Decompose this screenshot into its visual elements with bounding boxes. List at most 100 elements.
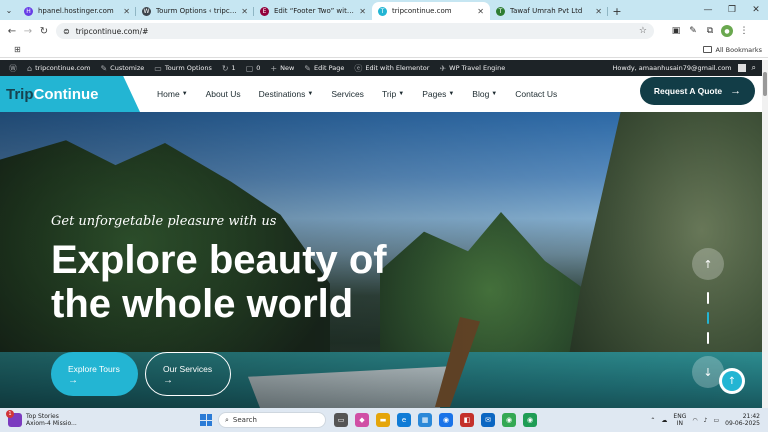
nav-item-contact-us[interactable]: Contact Us (506, 89, 566, 99)
wp-travel-engine-link[interactable]: ✈ WP Travel Engine (434, 64, 510, 73)
wp-elementor-link[interactable]: ⓔ Edit with Elementor (349, 63, 434, 74)
hero-title-line2: the whole world (51, 282, 354, 326)
tab-title: tripcontinue.com (392, 7, 452, 15)
nav-item-destinations[interactable]: Destinations ▼ (250, 89, 323, 99)
minimize-icon[interactable]: — (696, 0, 720, 20)
copilot-icon[interactable]: ◆ (355, 413, 369, 427)
extension-icon[interactable]: ▣ (670, 25, 682, 37)
arrow-right-icon: → (163, 374, 173, 386)
chrome-profile2-icon[interactable]: ◉ (523, 413, 537, 427)
bookmarks-bar: ⊞ All Bookmarks (0, 42, 768, 58)
wp-tourm-options-link[interactable]: ▭ Tourm Options (149, 64, 217, 73)
nav-item-about-us[interactable]: About Us (197, 89, 250, 99)
wp-travel-label: WP Travel Engine (449, 64, 506, 72)
slider-dot[interactable] (707, 332, 709, 344)
plane-icon: ✈ (439, 63, 447, 73)
office-icon[interactable]: ◧ (460, 413, 474, 427)
file-explorer-icon[interactable]: ▬ (376, 413, 390, 427)
edge-icon[interactable]: e (397, 413, 411, 427)
browser-tab[interactable]: Ttripcontinue.com ✕ (372, 2, 490, 20)
nav-item-services[interactable]: Services (322, 89, 373, 99)
site-info-icon[interactable]: ⊜ (63, 27, 70, 36)
chevron-down-icon: ▼ (448, 91, 455, 97)
volume-icon[interactable]: ♪ (704, 417, 708, 424)
close-window-icon[interactable]: ✕ (744, 0, 768, 20)
close-tab-icon[interactable]: ✕ (359, 7, 366, 16)
nav-item-blog[interactable]: Blog ▼ (463, 89, 506, 99)
browser-toolbar: ← → ↻ ⊜ tripcontinue.com/# ☆ ▣ ✎ ⧉ ● ⋮ (0, 20, 768, 42)
cloud-icon[interactable]: ☁ (661, 417, 667, 424)
wp-logo-button[interactable]: Ⓦ (4, 63, 22, 74)
close-tab-icon[interactable]: ✕ (123, 7, 130, 16)
language-indicator[interactable]: ENG IN (673, 413, 686, 427)
clock[interactable]: 21:42 09-06-2025 (725, 413, 760, 427)
main-nav: Home ▼ About Us Destinations ▼ Services Trip ▼ P… (148, 76, 566, 112)
chrome-profile-icon[interactable]: ◉ (502, 413, 516, 427)
wp-customize-link[interactable]: ✎ Customize (95, 64, 149, 73)
store-icon[interactable]: ▦ (418, 413, 432, 427)
maximize-icon[interactable]: ❐ (720, 0, 744, 20)
close-tab-icon[interactable]: ✕ (477, 7, 484, 16)
all-bookmarks-button[interactable]: All Bookmarks (702, 46, 762, 54)
nav-item-trip[interactable]: Trip ▼ (373, 89, 413, 99)
hero-tagline: Get unforgetable pleasure with us (51, 214, 277, 229)
close-tab-icon[interactable]: ✕ (241, 7, 248, 16)
chevron-up-icon[interactable]: ⌃ (650, 417, 655, 424)
scroll-to-top-button[interactable]: ↑ (719, 368, 745, 394)
tab-favicon-icon: W (142, 6, 151, 16)
taskbar-search[interactable]: ⌕ Search (218, 412, 326, 428)
profile-avatar[interactable]: ● (721, 25, 733, 37)
news-icon: 1 (6, 410, 22, 427)
browser-tab[interactable]: E Edit “Footer Two” with Elementor ✕ (254, 2, 372, 20)
wp-customize-label: Customize (110, 64, 145, 72)
bookmark-star-icon[interactable]: ☆ (639, 26, 647, 36)
back-button[interactable]: ← (4, 23, 20, 39)
browser-tab[interactable]: Hhpanel.hostinger.com ✕ (18, 2, 136, 20)
request-quote-button[interactable]: Request A Quote → (640, 77, 755, 105)
tab-search-icon[interactable]: ⌄ (0, 0, 18, 20)
windows-start-icon[interactable] (200, 414, 212, 426)
scrollbar-thumb[interactable] (763, 72, 767, 96)
outlook-icon[interactable]: ✉ (481, 413, 495, 427)
eyedropper-icon[interactable]: ✎ (687, 25, 699, 37)
apps-grid-icon[interactable]: ⊞ (14, 45, 21, 54)
wp-new-link[interactable]: + New (265, 64, 299, 73)
nav-item-pages[interactable]: Pages ▼ (413, 89, 463, 99)
url-text: tripcontinue.com/# (75, 26, 149, 36)
news-widget[interactable]: 1 Top Stories Axiom-4 Missio... (0, 410, 190, 427)
new-tab-button[interactable]: + (608, 2, 626, 20)
more-menu-icon[interactable]: ⋮ (738, 25, 750, 37)
wp-comments-link[interactable]: ▢ 0 (241, 64, 266, 73)
forward-button[interactable]: → (20, 23, 36, 39)
close-tab-icon[interactable]: ✕ (595, 7, 602, 16)
wifi-icon[interactable]: ◠ (692, 417, 697, 424)
nav-item-home[interactable]: Home ▼ (148, 89, 197, 99)
reload-button[interactable]: ↻ (36, 23, 52, 39)
explore-tours-button[interactable]: Explore Tours → (51, 352, 138, 396)
nav-item-label: About Us (205, 89, 241, 99)
chrome-app-icon[interactable]: ◉ (439, 413, 453, 427)
site-logo[interactable]: Trip Continue (0, 76, 140, 112)
wordpress-icon: Ⓦ (9, 63, 17, 73)
slider-dot[interactable] (707, 312, 709, 324)
battery-icon[interactable]: ▭ (713, 417, 719, 424)
slider-prev-button[interactable]: ↑ (692, 248, 724, 280)
task-view-icon[interactable]: ▭ (334, 413, 348, 427)
slider-dot[interactable] (707, 292, 709, 304)
wp-updates-link[interactable]: ↻ 1 (217, 64, 241, 73)
page-scrollbar[interactable] (762, 60, 768, 408)
wp-site-link[interactable]: ⌂ tripcontinue.com (22, 64, 95, 73)
browser-tab-strip: ⌄ Hhpanel.hostinger.com ✕ W Tourm Options ‹… (0, 0, 768, 20)
search-icon[interactable]: ⌕ (752, 63, 756, 73)
wp-edit-page-link[interactable]: ✎ Edit Page (299, 64, 349, 73)
tab-favicon-icon: E (260, 6, 269, 16)
address-bar[interactable]: ⊜ tripcontinue.com/# ☆ (56, 23, 654, 39)
our-services-button[interactable]: Our Services → (145, 352, 231, 396)
browser-tab[interactable]: T Tawaf Umrah Pvt Ltd ✕ (490, 2, 608, 20)
browser-tab[interactable]: W Tourm Options ‹ tripcontinue.co✕ (136, 2, 254, 20)
avatar[interactable] (737, 64, 746, 72)
puzzle-icon[interactable]: ⧉ (704, 25, 716, 37)
tab-title: Tourm Options ‹ tripcontinue.co (156, 7, 238, 15)
wp-howdy-label[interactable]: Howdy, amaanhusain79@gmail.com (613, 64, 732, 72)
chevron-down-icon: ▼ (398, 91, 405, 97)
